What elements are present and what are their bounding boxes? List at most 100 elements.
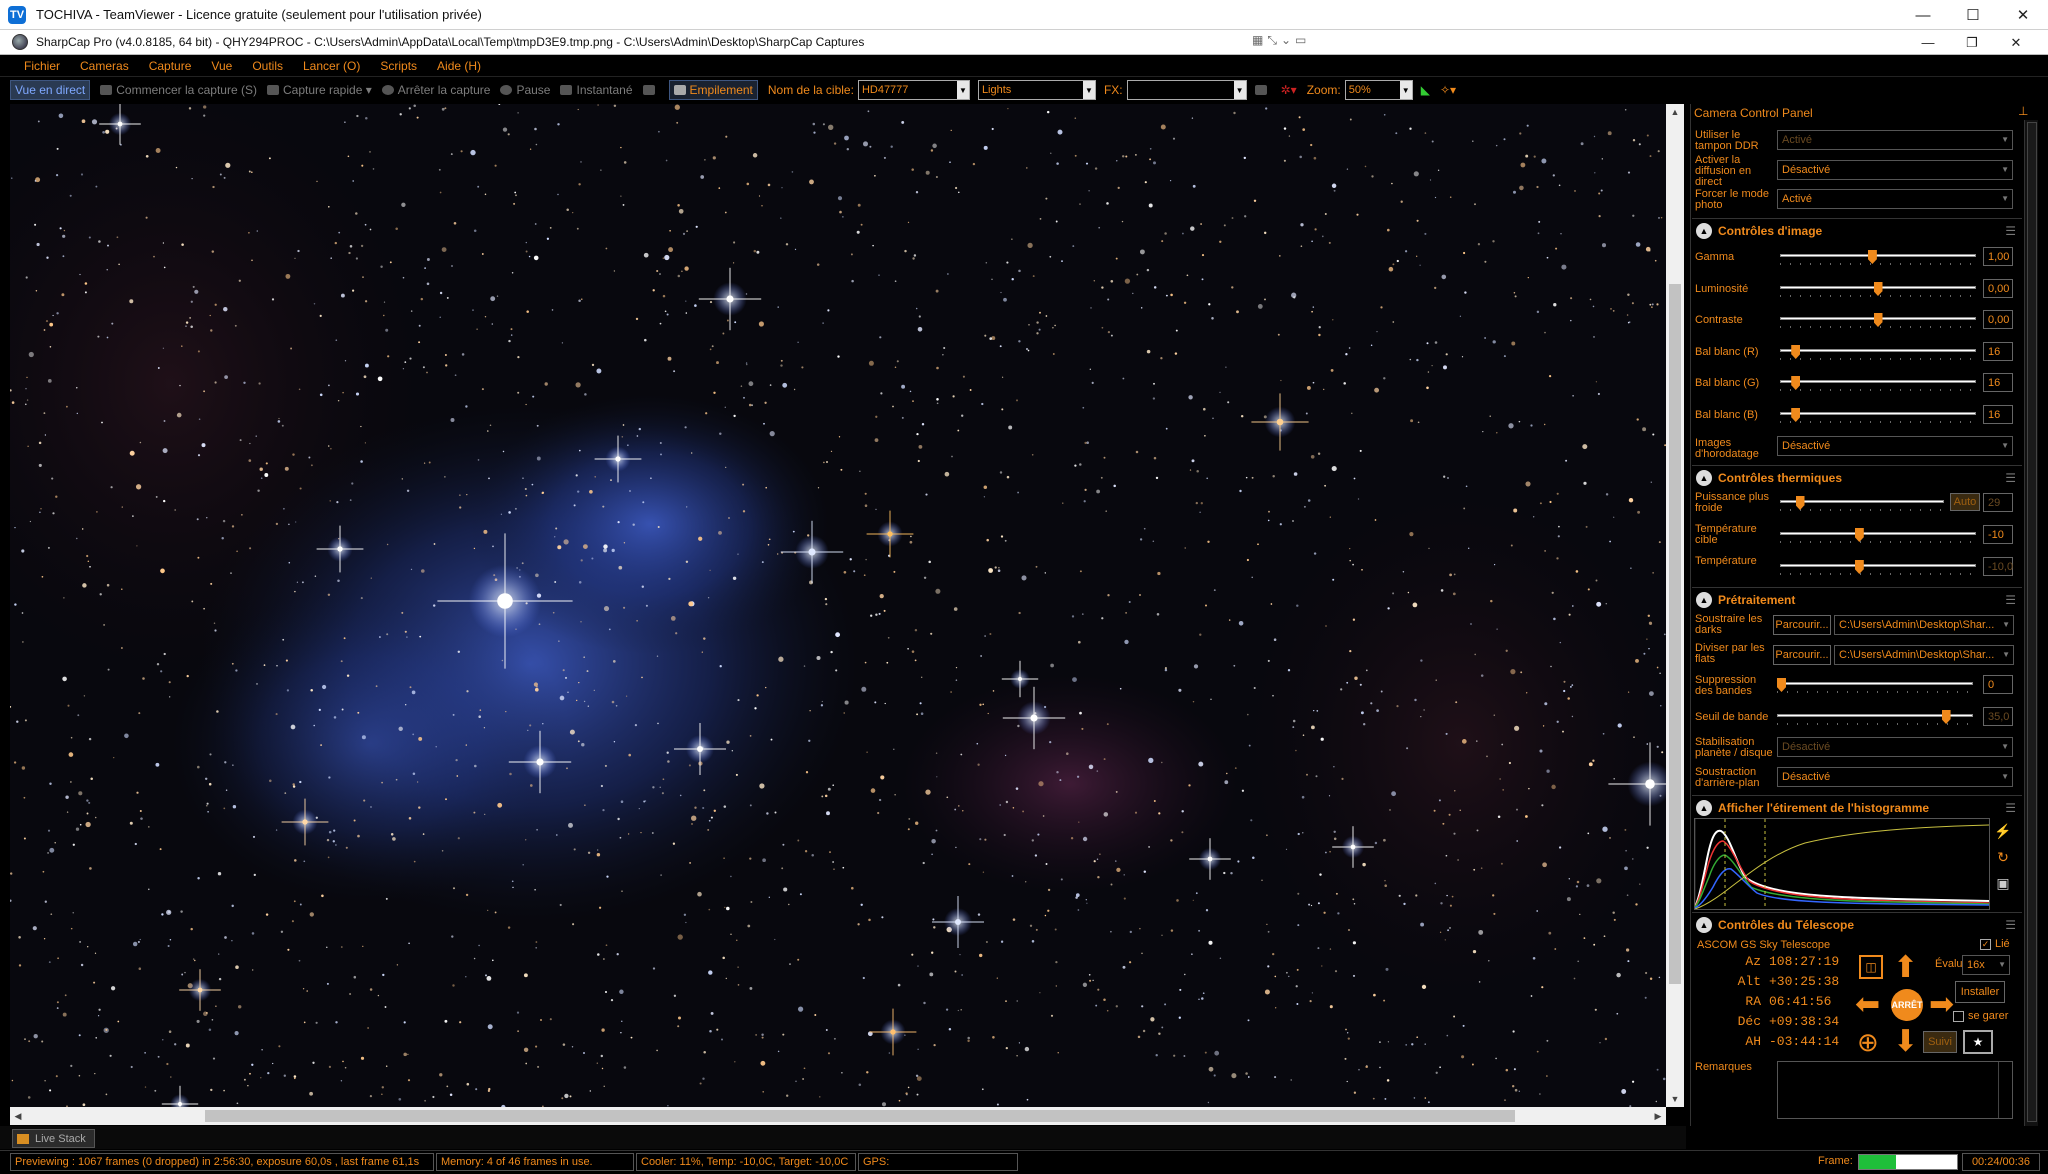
stacking-button[interactable]: Empilement — [668, 80, 758, 100]
collapse-chevron-icon[interactable]: ▲ — [1696, 222, 1712, 239]
section-menu-icon[interactable]: ☰ — [2005, 224, 2016, 238]
histogram-graph[interactable] — [1694, 818, 1990, 910]
image-control-slider[interactable] — [1780, 376, 1976, 391]
rate-dropdown-icon[interactable]: ▼ — [1998, 960, 2006, 969]
fx-dropdown-icon[interactable]: ▼ — [1233, 81, 1246, 99]
frame-type-dropdown-icon[interactable]: ▼ — [1082, 81, 1095, 99]
scroll-up-icon[interactable]: ▲ — [1666, 104, 1684, 120]
tools-dropdown-button[interactable]: ✧▾ — [1440, 83, 1456, 97]
histogram-collapse-chevron-icon[interactable]: ▲ — [1696, 799, 1712, 816]
stop-capture-button[interactable]: Arrêter la capture — [381, 83, 490, 97]
thermal-slider-knob[interactable] — [1795, 496, 1805, 510]
menu-scripts[interactable]: Scripts — [380, 59, 417, 73]
cooler-auto-button[interactable]: Auto — [1950, 493, 1980, 511]
pin-icon[interactable]: ⊥ — [2018, 104, 2028, 118]
zoom-select[interactable]: 50% ▼ — [1344, 80, 1413, 100]
image-control-value[interactable]: 1,00 — [1983, 247, 2013, 266]
menu-vue[interactable]: Vue — [211, 59, 232, 73]
linked-checkbox[interactable]: ✓ Lié — [1980, 938, 2010, 950]
flats-dropdown-icon[interactable]: ▼ — [2002, 650, 2010, 659]
live-view-button[interactable]: Vue en direct — [10, 80, 91, 100]
reticle-button[interactable]: ✲▾ — [1281, 83, 1297, 97]
image-control-slider-knob[interactable] — [1791, 376, 1801, 390]
ddr-dropdown-icon[interactable]: ▼ — [2001, 135, 2009, 144]
thermal-slider-knob[interactable] — [1854, 528, 1864, 542]
darks-path-select[interactable]: C:\Users\Admin\Desktop\Shar... ▼ — [1834, 615, 2014, 635]
park-check-icon[interactable] — [1953, 1010, 1964, 1022]
thermal-value[interactable]: 29 — [1983, 493, 2013, 512]
image-control-slider[interactable] — [1780, 313, 1976, 328]
maximize-icon[interactable]: ☐ — [1948, 0, 1998, 30]
close-icon[interactable]: ✕ — [1998, 0, 2048, 30]
thermal-slider[interactable] — [1780, 560, 1976, 575]
image-control-value[interactable]: 16 — [1983, 373, 2013, 392]
fx-select[interactable]: ▼ — [1126, 80, 1247, 100]
thermal-section-header[interactable]: ▲ Contrôles thermiques ☰ — [1692, 465, 2022, 489]
preprocessing-section-header[interactable]: ▲ Prétraitement ☰ — [1692, 587, 2022, 611]
remarks-scrollbar[interactable] — [1998, 1062, 2012, 1118]
arrow-left-icon[interactable]: ⬅ — [1855, 990, 1880, 1020]
menu-fichier[interactable]: Fichier — [24, 59, 60, 73]
minimize-icon[interactable]: — — [1898, 0, 1948, 30]
image-horizontal-scrollbar[interactable]: ◀ ▶ — [10, 1107, 1666, 1125]
image-control-slider-knob[interactable] — [1791, 345, 1801, 359]
banding-slider[interactable] — [1777, 678, 1973, 693]
start-capture-button[interactable]: Commencer la capture (S) — [100, 83, 257, 97]
target-input[interactable]: HD47777 ▼ — [857, 80, 970, 100]
teamviewer-mini-toolbar[interactable]: ▦ ⤡ ⌄ ▭ — [1252, 33, 1306, 48]
image-control-value[interactable]: 16 — [1983, 405, 2013, 424]
fullscreen-icon[interactable]: ⤡ — [1267, 33, 1277, 48]
preprocessing-menu-icon[interactable]: ☰ — [2005, 593, 2016, 607]
ddr-buffer-select[interactable]: Activé ▼ — [1777, 130, 2013, 150]
image-control-slider[interactable] — [1780, 408, 1976, 423]
histogram-toggle-button[interactable]: ◣ — [1421, 83, 1430, 97]
scroll-left-icon[interactable]: ◀ — [10, 1107, 26, 1125]
live-image-view[interactable] — [10, 104, 1666, 1107]
thermal-slider[interactable] — [1780, 528, 1976, 543]
stabilization-select[interactable]: Désactivé ▼ — [1777, 737, 2013, 757]
image-control-slider-knob[interactable] — [1873, 313, 1883, 327]
image-controls-section-header[interactable]: ▲ Contrôles d'image ☰ — [1692, 218, 2022, 242]
image-control-slider-knob[interactable] — [1791, 408, 1801, 422]
photo-mode-select[interactable]: Activé ▼ — [1777, 189, 2013, 209]
menu-cameras[interactable]: Cameras — [80, 59, 129, 73]
arrow-up-icon[interactable]: ⬆ — [1893, 953, 1918, 983]
panel-scrollbar[interactable] — [2024, 120, 2038, 1126]
scroll-right-icon[interactable]: ▶ — [1650, 1107, 1666, 1125]
telescope-section-header[interactable]: ▲ Contrôles du Télescope ☰ — [1692, 912, 2022, 936]
goto-icon[interactable]: ◫ — [1859, 955, 1883, 979]
background-dropdown-icon[interactable]: ▼ — [2001, 772, 2009, 781]
preprocessing-collapse-chevron-icon[interactable]: ▲ — [1696, 591, 1712, 608]
image-control-value[interactable]: 0,00 — [1983, 310, 2013, 329]
chevron-down-icon[interactable]: ⌄ — [1281, 33, 1291, 48]
linked-check-icon[interactable]: ✓ — [1980, 938, 1991, 950]
snapshot-button[interactable]: Instantané — [560, 83, 633, 97]
flats-browse-button[interactable]: Parcourir... — [1773, 645, 1831, 665]
telescope-menu-icon[interactable]: ☰ — [2005, 918, 2016, 932]
track-button[interactable]: Suivi — [1923, 1031, 1957, 1053]
thermal-slider[interactable] — [1780, 496, 1944, 511]
quick-capture-button[interactable]: Capture rapide ▾ — [266, 83, 372, 97]
image-control-slider[interactable] — [1780, 250, 1976, 265]
thermal-menu-icon[interactable]: ☰ — [2005, 471, 2016, 485]
thermal-value[interactable]: -10 — [1983, 525, 2013, 544]
grid-icon[interactable]: ▦ — [1252, 33, 1263, 48]
image-vertical-scrollbar[interactable]: ▲ ▼ — [1666, 104, 1684, 1107]
threshold-slider[interactable] — [1777, 710, 1973, 725]
stabilization-dropdown-icon[interactable]: ▼ — [2001, 742, 2009, 751]
sc-restore-icon[interactable]: ❐ — [1950, 30, 1994, 55]
live-stack-tab[interactable]: Live Stack — [12, 1129, 95, 1148]
banding-value[interactable]: 0 — [1983, 675, 2013, 694]
star-sync-icon[interactable]: ★ — [1963, 1030, 1993, 1054]
vertical-scroll-thumb[interactable] — [1669, 284, 1681, 984]
image-control-value[interactable]: 16 — [1983, 342, 2013, 361]
flats-path-select[interactable]: C:\Users\Admin\Desktop\Shar... ▼ — [1834, 645, 2014, 665]
target-dropdown-icon[interactable]: ▼ — [956, 81, 969, 99]
lightning-icon[interactable]: ⚡ — [1994, 822, 2012, 840]
image-control-value[interactable]: 0,00 — [1983, 279, 2013, 298]
thermal-slider-knob[interactable] — [1854, 560, 1864, 574]
menu-lancer[interactable]: Lancer (O) — [303, 59, 360, 73]
panel-scroll-thumb[interactable] — [2027, 122, 2037, 1122]
remarks-textarea[interactable] — [1777, 1061, 2013, 1119]
frame-type-select[interactable]: Lights ▼ — [977, 80, 1096, 100]
